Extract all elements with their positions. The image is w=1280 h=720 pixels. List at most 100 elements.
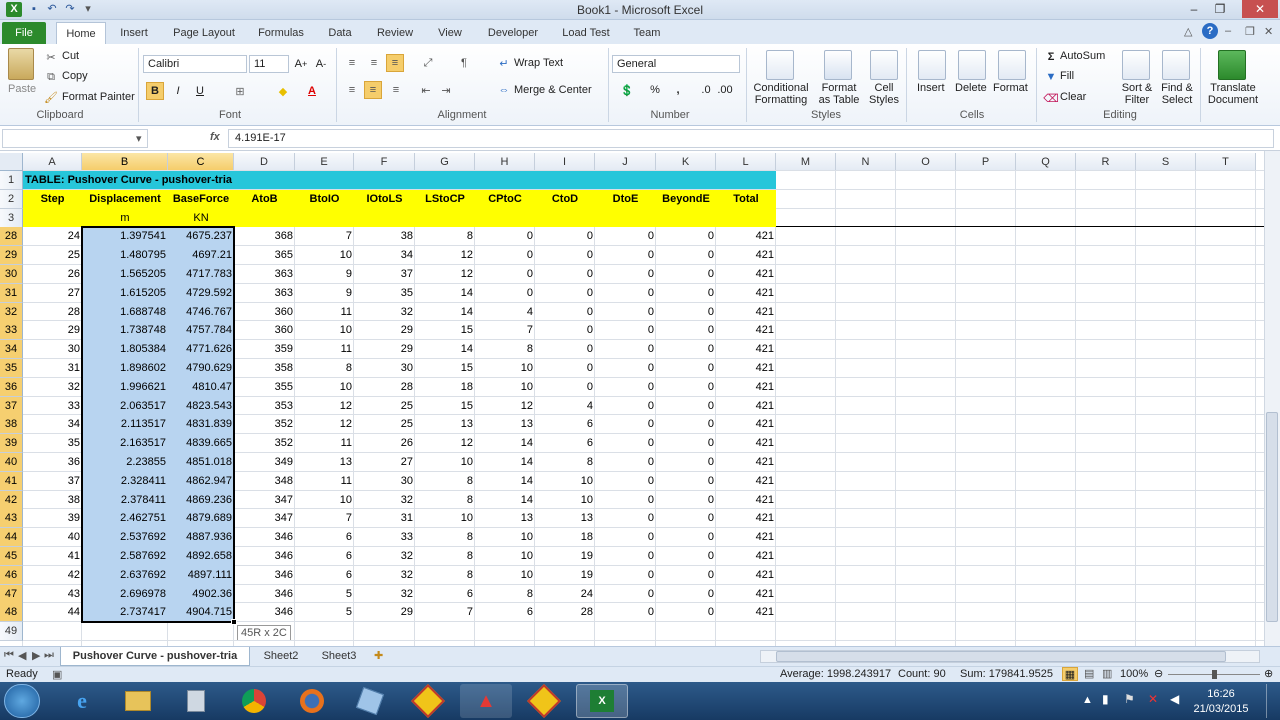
orientation-icon[interactable]: ⤢ <box>418 55 438 71</box>
table-cell[interactable]: 0 <box>656 509 716 528</box>
decrease-indent-icon[interactable]: ⇤ <box>418 82 434 98</box>
percent-button[interactable]: % <box>648 82 662 98</box>
underline-button[interactable]: U <box>192 82 208 100</box>
table-cell[interactable]: 41 <box>23 547 82 566</box>
name-box[interactable] <box>2 129 148 148</box>
table-cell[interactable]: 0 <box>595 284 656 303</box>
find-select-button[interactable]: Find & Select <box>1158 82 1196 106</box>
cut-button[interactable]: Cut <box>62 50 79 62</box>
table-cell[interactable]: 19 <box>535 566 595 585</box>
table-cell[interactable]: 9 <box>295 284 354 303</box>
sap2000-taskbar-icon[interactable] <box>402 684 454 718</box>
table-cell[interactable]: 0 <box>656 359 716 378</box>
table-cell[interactable]: 0 <box>656 491 716 510</box>
fill-handle[interactable] <box>231 619 237 625</box>
table-cell[interactable]: 0 <box>656 547 716 566</box>
table-cell[interactable]: 0 <box>595 566 656 585</box>
align-left-icon[interactable]: ≡ <box>344 82 360 98</box>
table-cell[interactable]: 0 <box>595 528 656 547</box>
table-cell[interactable]: 4 <box>475 303 535 322</box>
table-cell[interactable]: 34 <box>23 415 82 434</box>
tab-file[interactable]: File <box>2 22 46 44</box>
table-cell[interactable]: 0 <box>656 321 716 340</box>
table-cell[interactable]: 10 <box>475 359 535 378</box>
table-cell[interactable]: 0 <box>475 246 535 265</box>
column-header-t[interactable]: T <box>1196 153 1256 171</box>
table-cell[interactable]: 26 <box>354 434 415 453</box>
table-cell[interactable]: 31 <box>354 509 415 528</box>
table-cell[interactable]: 29 <box>23 321 82 340</box>
prev-sheet-icon[interactable]: ◀ <box>18 649 26 662</box>
paste-button[interactable]: Paste <box>8 83 36 95</box>
align-top-icon[interactable]: ≡ <box>344 55 360 71</box>
table-cell[interactable]: 421 <box>716 509 776 528</box>
increase-indent-icon[interactable]: ⇥ <box>438 82 454 98</box>
table-cell[interactable]: 0 <box>595 453 656 472</box>
page-break-view-icon[interactable]: ▥ <box>1102 667 1112 680</box>
table-cell[interactable]: 8 <box>415 528 475 547</box>
restore-icon[interactable]: ❐ <box>1206 0 1234 18</box>
table-cell[interactable]: 19 <box>535 547 595 566</box>
row-header[interactable]: 42 <box>0 491 23 510</box>
table-cell[interactable]: 32 <box>354 566 415 585</box>
table-cell[interactable]: 12 <box>475 397 535 416</box>
tab-load-test[interactable]: Load Test <box>556 24 616 44</box>
table-cell[interactable]: 4 <box>535 397 595 416</box>
table-cell[interactable]: 0 <box>656 472 716 491</box>
table-cell[interactable]: 0 <box>595 397 656 416</box>
table-cell[interactable]: 5 <box>295 603 354 622</box>
table-cell[interactable]: 12 <box>295 415 354 434</box>
close-icon[interactable]: ✕ <box>1242 0 1278 18</box>
align-bottom-icon[interactable]: ≡ <box>386 54 404 72</box>
table-cell[interactable]: 0 <box>475 265 535 284</box>
table-cell[interactable]: 18 <box>535 528 595 547</box>
table-cell[interactable]: 0 <box>595 321 656 340</box>
table-cell[interactable]: 13 <box>535 509 595 528</box>
increase-decimal-icon[interactable]: .0 <box>698 82 714 98</box>
macro-record-icon[interactable]: ▣ <box>52 668 62 681</box>
delete-cells-button[interactable]: Delete <box>955 82 987 94</box>
table-cell[interactable]: 6 <box>535 415 595 434</box>
bold-button[interactable]: B <box>146 82 164 100</box>
align-right-icon[interactable]: ≡ <box>388 82 404 98</box>
column-header-i[interactable]: I <box>535 153 595 171</box>
start-button[interactable] <box>4 684 40 718</box>
help-icon[interactable]: ? <box>1202 23 1218 39</box>
format-as-table-button[interactable]: Format as Table <box>814 82 864 106</box>
merge-center-button[interactable]: Merge & Center <box>514 84 592 96</box>
sheet-tab-sheet2[interactable]: Sheet2 <box>254 647 308 666</box>
table-cell[interactable]: 0 <box>656 528 716 547</box>
table-cell[interactable]: 421 <box>716 528 776 547</box>
table-cell[interactable]: 36 <box>23 453 82 472</box>
table-cell[interactable]: 421 <box>716 246 776 265</box>
table-cell[interactable]: 348 <box>234 472 295 491</box>
table-cell[interactable]: 0 <box>595 359 656 378</box>
row-header[interactable]: 40 <box>0 453 23 472</box>
table-cell[interactable]: 421 <box>716 303 776 322</box>
table-cell[interactable]: 8 <box>475 585 535 604</box>
table-cell[interactable]: 0 <box>656 378 716 397</box>
clear-button[interactable]: Clear <box>1060 91 1086 103</box>
table-cell[interactable]: 346 <box>234 528 295 547</box>
table-cell[interactable]: 11 <box>295 340 354 359</box>
table-cell[interactable]: 35 <box>23 434 82 453</box>
row-header[interactable]: 32 <box>0 303 23 322</box>
table-cell[interactable]: 14 <box>475 472 535 491</box>
table-cell[interactable]: 0 <box>535 265 595 284</box>
table-cell[interactable]: 0 <box>595 340 656 359</box>
table-cell[interactable]: 10 <box>535 472 595 491</box>
format-painter-button[interactable]: Format Painter <box>62 91 135 103</box>
table-cell[interactable]: 363 <box>234 284 295 303</box>
row-header[interactable]: 36 <box>0 378 23 397</box>
column-header-r[interactable]: R <box>1076 153 1136 171</box>
row-header[interactable]: 2 <box>0 190 23 209</box>
table-cell[interactable]: 10 <box>475 378 535 397</box>
table-cell[interactable]: 8 <box>535 453 595 472</box>
table-cell[interactable]: 0 <box>595 585 656 604</box>
table-cell[interactable]: 6 <box>535 434 595 453</box>
table-cell[interactable]: 18 <box>415 378 475 397</box>
table-cell[interactable]: 27 <box>23 284 82 303</box>
table-cell[interactable]: 14 <box>475 491 535 510</box>
table-cell[interactable]: 352 <box>234 415 295 434</box>
table-cell[interactable]: 0 <box>656 340 716 359</box>
